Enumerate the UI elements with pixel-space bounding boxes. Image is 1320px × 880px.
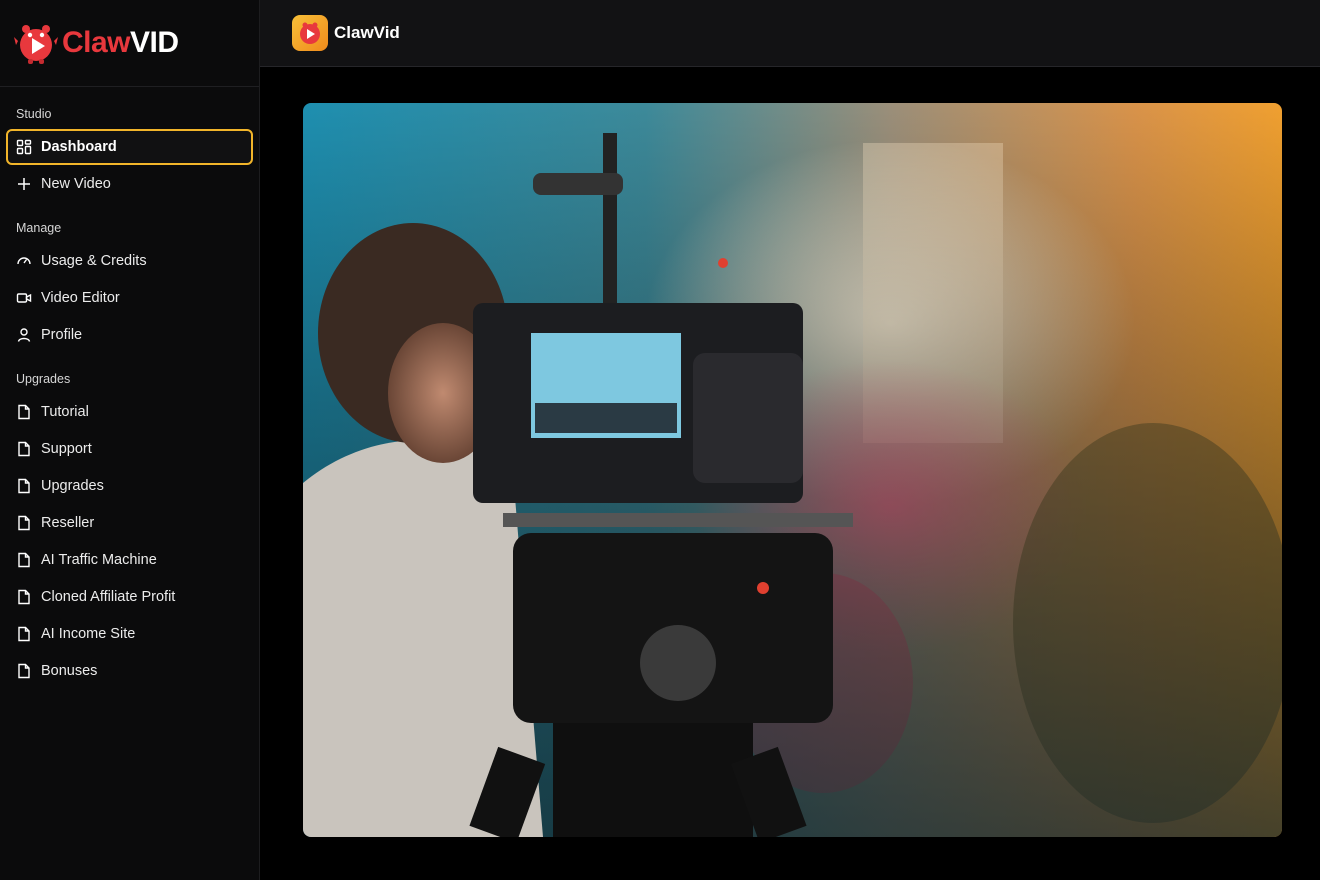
sidebar-item-ai-traffic-machine[interactable]: AI Traffic Machine xyxy=(6,542,253,578)
main-content: ClawVid xyxy=(260,0,1320,880)
document-icon xyxy=(18,589,30,605)
sidebar-item-label: Upgrades xyxy=(41,478,104,494)
clawvid-app-icon[interactable] xyxy=(292,15,328,51)
section-label-studio: Studio xyxy=(16,107,52,121)
sidebar-item-cloned-affiliate-profit[interactable]: Cloned Affiliate Profit xyxy=(6,579,253,615)
sidebar-item-reseller[interactable]: Reseller xyxy=(6,505,253,541)
sidebar-item-label: Reseller xyxy=(41,515,95,531)
user-icon xyxy=(17,328,31,342)
document-icon xyxy=(18,404,30,420)
sidebar-item-label: Bonuses xyxy=(41,663,98,679)
sidebar-item-label: Tutorial xyxy=(41,404,89,420)
section-label-upgrades: Upgrades xyxy=(16,372,71,386)
sidebar-item-label: Cloned Affiliate Profit xyxy=(41,589,176,605)
document-icon xyxy=(18,478,30,494)
sidebar-item-profile[interactable]: Profile xyxy=(6,317,253,353)
sidebar-item-label: New Video xyxy=(41,176,111,192)
app-title: ClawVid xyxy=(334,23,400,42)
sidebar-item-label: Video Editor xyxy=(41,290,120,306)
sidebar-item-label: AI Income Site xyxy=(41,626,136,642)
hero-image xyxy=(303,103,1282,837)
document-icon xyxy=(18,441,30,457)
sidebar-item-label: Support xyxy=(41,441,92,457)
brand-header[interactable]: ClawVID xyxy=(0,0,259,87)
play-icon xyxy=(300,22,320,44)
sidebar-item-bonuses[interactable]: Bonuses xyxy=(6,653,253,689)
document-icon xyxy=(18,552,30,568)
clawvid-logo-icon xyxy=(14,25,58,64)
app-root: ClawVID Studio Dashboard New Video Manag… xyxy=(0,0,1320,880)
sidebar-item-label: Profile xyxy=(41,327,83,343)
document-icon xyxy=(18,515,30,531)
brand-name: ClawVID xyxy=(62,26,179,59)
sidebar-item-tutorial[interactable]: Tutorial xyxy=(6,394,253,430)
plus-icon xyxy=(18,178,30,190)
video-camera-icon xyxy=(16,293,32,303)
sidebar-item-new-video[interactable]: New Video xyxy=(6,166,253,202)
document-icon xyxy=(18,626,30,642)
sidebar: ClawVID Studio Dashboard New Video Manag… xyxy=(0,0,260,880)
sidebar-item-video-editor[interactable]: Video Editor xyxy=(6,280,253,316)
sidebar-item-upgrades[interactable]: Upgrades xyxy=(6,468,253,504)
sidebar-item-label: Usage & Credits xyxy=(41,253,147,269)
sidebar-item-ai-income-site[interactable]: AI Income Site xyxy=(6,616,253,652)
topbar: ClawVid xyxy=(260,0,1320,67)
section-label-manage: Manage xyxy=(16,221,62,235)
sidebar-item-dashboard[interactable]: Dashboard xyxy=(6,129,253,165)
grid-icon xyxy=(16,139,32,155)
sidebar-item-support[interactable]: Support xyxy=(6,431,253,467)
sidebar-item-label: AI Traffic Machine xyxy=(41,552,157,568)
gauge-icon xyxy=(17,257,31,265)
camera-operator-photo xyxy=(303,103,1282,837)
document-icon xyxy=(18,663,30,679)
sidebar-item-usage-credits[interactable]: Usage & Credits xyxy=(6,243,253,279)
sidebar-item-label: Dashboard xyxy=(41,139,117,155)
